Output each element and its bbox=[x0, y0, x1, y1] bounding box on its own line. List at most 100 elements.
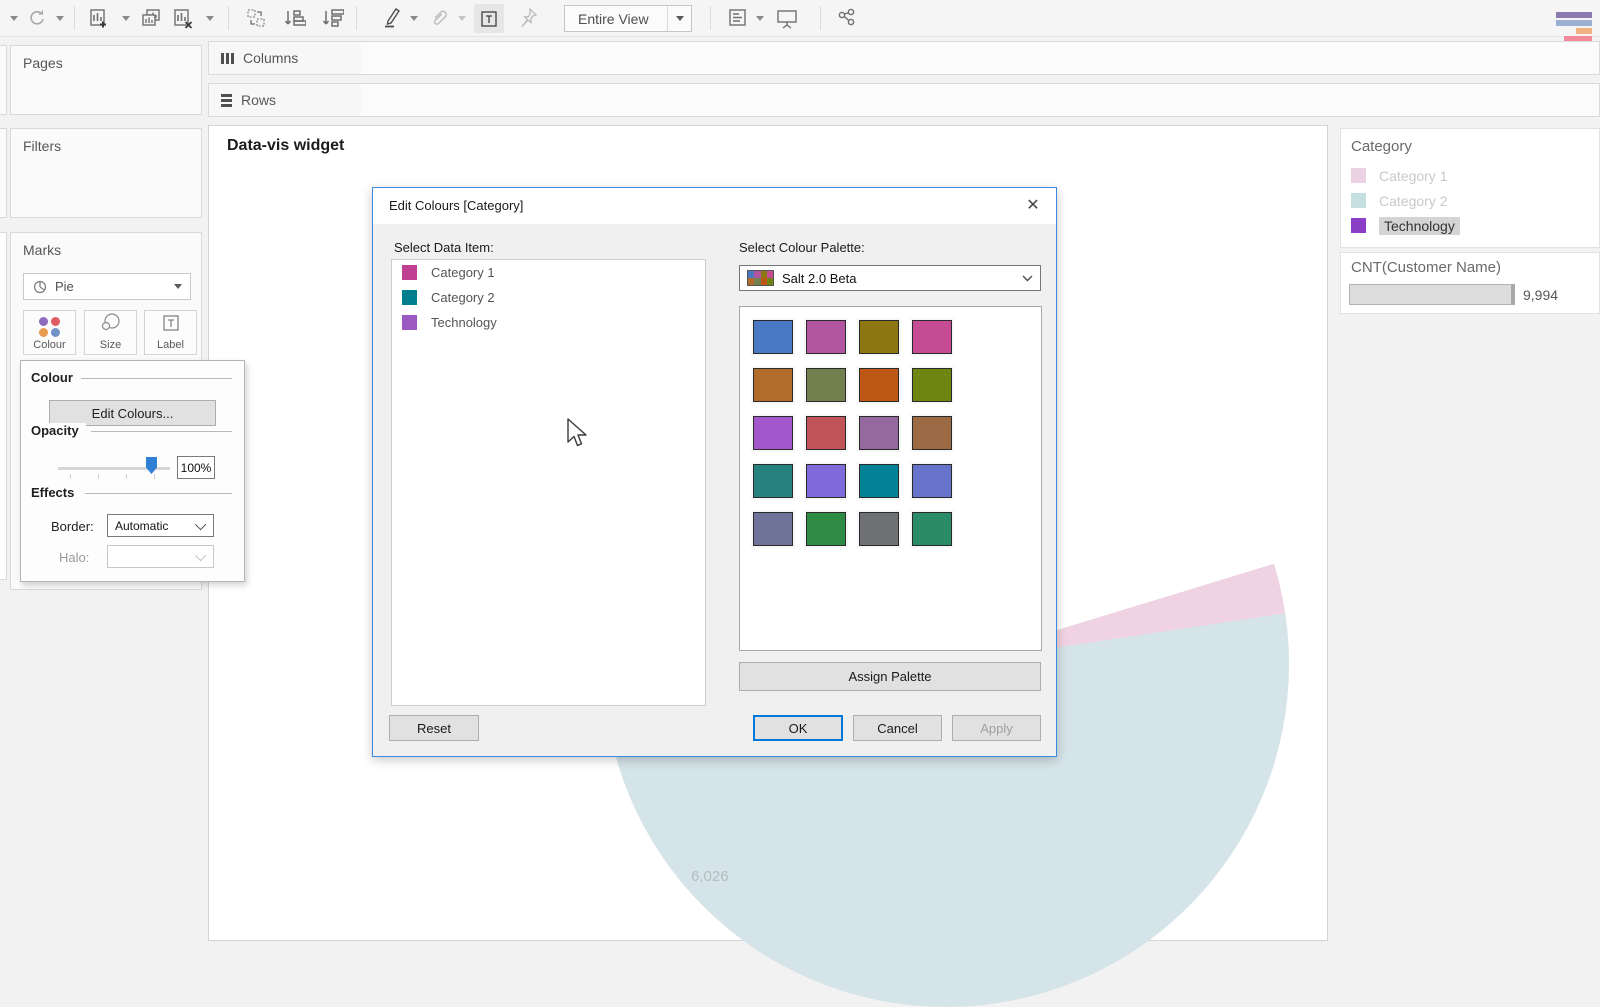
opacity-value-field[interactable]: 100% bbox=[177, 456, 215, 479]
pages-shelf[interactable]: Pages bbox=[10, 45, 202, 115]
presentation-icon[interactable] bbox=[772, 0, 802, 36]
view-mode-caret[interactable] bbox=[667, 6, 691, 31]
duplicate-sheet-icon[interactable] bbox=[138, 0, 164, 36]
palette-swatch[interactable] bbox=[912, 416, 952, 450]
palette-swatch[interactable] bbox=[912, 320, 952, 354]
assign-palette-button[interactable]: Assign Palette bbox=[739, 662, 1041, 691]
mark-type-value: Pie bbox=[47, 279, 166, 294]
pie-mark-icon bbox=[33, 280, 47, 294]
dialog-titlebar[interactable]: Edit Colours [Category] ✕ bbox=[373, 188, 1056, 224]
opacity-slider-handle[interactable] bbox=[146, 457, 157, 474]
view-mode-dropdown[interactable]: Entire View bbox=[564, 5, 692, 32]
legend-item-label: Technology bbox=[1379, 217, 1460, 235]
palette-swatch[interactable] bbox=[753, 368, 793, 402]
palette-swatch[interactable] bbox=[912, 368, 952, 402]
dialog-title: Edit Colours [Category] bbox=[389, 198, 523, 213]
palette-swatch[interactable] bbox=[753, 512, 793, 546]
data-pane-bars-icon[interactable] bbox=[1556, 12, 1592, 44]
clear-sheet-icon[interactable] bbox=[170, 0, 196, 36]
data-item-row[interactable]: Technology bbox=[392, 310, 705, 335]
palette-grid bbox=[753, 320, 1033, 546]
palette-swatch[interactable] bbox=[859, 512, 899, 546]
toolbar-separator bbox=[228, 6, 229, 30]
ok-button[interactable]: OK bbox=[753, 715, 843, 741]
data-item-row[interactable]: Category 1 bbox=[392, 260, 705, 285]
rows-shelf-field[interactable] bbox=[361, 83, 1600, 117]
palette-swatch[interactable] bbox=[859, 416, 899, 450]
select-data-item-label: Select Data Item: bbox=[394, 240, 494, 255]
collapsed-pane-edge bbox=[0, 45, 7, 115]
paperclip-icon bbox=[426, 0, 452, 36]
close-icon[interactable]: ✕ bbox=[1022, 195, 1044, 217]
section-rule bbox=[81, 378, 232, 379]
colour-button-label: Colour bbox=[33, 339, 65, 351]
rows-text: Rows bbox=[241, 92, 276, 108]
refresh-dropdown-caret[interactable] bbox=[54, 0, 66, 36]
mark-type-dropdown[interactable]: Pie bbox=[23, 273, 191, 300]
clear-sheet-caret[interactable] bbox=[204, 0, 216, 36]
mark-type-caret[interactable] bbox=[166, 274, 190, 299]
palette-box bbox=[739, 306, 1042, 651]
palette-dropdown[interactable]: Salt 2.0 Beta bbox=[739, 265, 1041, 291]
palette-swatch[interactable] bbox=[859, 368, 899, 402]
colour-legend-card: Category Category 1Category 2Technology bbox=[1340, 128, 1600, 248]
highlight-pen-icon[interactable] bbox=[378, 0, 406, 36]
apply-button[interactable]: Apply bbox=[952, 715, 1041, 741]
view-mode-label: Entire View bbox=[565, 11, 667, 27]
palette-swatch[interactable] bbox=[753, 464, 793, 498]
new-worksheet-caret[interactable] bbox=[120, 0, 132, 36]
size-button-label: Size bbox=[100, 339, 121, 351]
show-me-icon[interactable] bbox=[724, 0, 752, 36]
size-button[interactable]: Size bbox=[84, 310, 137, 355]
share-icon[interactable] bbox=[832, 0, 862, 36]
sort-descending-icon[interactable] bbox=[318, 0, 346, 36]
palette-swatch[interactable] bbox=[806, 368, 846, 402]
label-icon bbox=[162, 314, 180, 337]
measure-card: CNT(Customer Name) 9,994 bbox=[1340, 252, 1600, 314]
palette-swatch[interactable] bbox=[912, 464, 952, 498]
colour-button[interactable]: Colour bbox=[23, 310, 76, 355]
sort-ascending-icon[interactable] bbox=[280, 0, 308, 36]
highlight-pen-caret[interactable] bbox=[408, 0, 420, 36]
palette-swatch[interactable] bbox=[859, 320, 899, 354]
palette-swatch[interactable] bbox=[912, 512, 952, 546]
undo-dropdown-caret[interactable] bbox=[8, 0, 20, 36]
legend-item-label: Category 1 bbox=[1379, 168, 1447, 184]
palette-thumbnail-icon bbox=[747, 270, 774, 286]
reset-button[interactable]: Reset bbox=[389, 715, 479, 741]
label-button-label: Label bbox=[157, 339, 184, 351]
swap-axes-icon[interactable] bbox=[242, 0, 270, 36]
data-item-label: Technology bbox=[431, 315, 497, 330]
toolbar-separator bbox=[356, 6, 357, 30]
palette-swatch[interactable] bbox=[806, 512, 846, 546]
text-label-icon[interactable] bbox=[474, 4, 504, 33]
palette-swatch[interactable] bbox=[806, 416, 846, 450]
data-item-list[interactable]: Category 1Category 2 Technology bbox=[391, 259, 706, 706]
collapsed-pane-edge bbox=[0, 232, 7, 580]
measure-range-slider[interactable] bbox=[1349, 284, 1515, 305]
new-worksheet-icon[interactable] bbox=[86, 0, 112, 36]
legend-item[interactable]: Category 1 bbox=[1341, 163, 1599, 188]
filters-label: Filters bbox=[11, 129, 201, 154]
filters-shelf[interactable]: Filters bbox=[10, 128, 202, 218]
show-me-caret[interactable] bbox=[754, 0, 766, 36]
refresh-icon[interactable] bbox=[24, 0, 50, 36]
palette-swatch[interactable] bbox=[753, 416, 793, 450]
slider-tick bbox=[126, 474, 127, 479]
label-button[interactable]: Label bbox=[144, 310, 197, 355]
palette-swatch[interactable] bbox=[859, 464, 899, 498]
cancel-button[interactable]: Cancel bbox=[853, 715, 942, 741]
measure-title: CNT(Customer Name) bbox=[1341, 253, 1599, 276]
palette-swatch[interactable] bbox=[753, 320, 793, 354]
legend-item[interactable]: Technology bbox=[1341, 213, 1599, 238]
legend-list: Category 1 Category 2 Technology bbox=[1341, 163, 1599, 238]
halo-select bbox=[107, 545, 214, 568]
legend-item[interactable]: Category 2 bbox=[1341, 188, 1599, 213]
columns-shelf-field[interactable] bbox=[361, 41, 1600, 75]
legend-swatch bbox=[1351, 218, 1366, 233]
data-item-row[interactable]: Category 2 bbox=[392, 285, 705, 310]
columns-shelf-label: Columns bbox=[208, 41, 362, 75]
palette-swatch[interactable] bbox=[806, 464, 846, 498]
palette-swatch[interactable] bbox=[806, 320, 846, 354]
border-select[interactable]: Automatic bbox=[107, 514, 214, 537]
